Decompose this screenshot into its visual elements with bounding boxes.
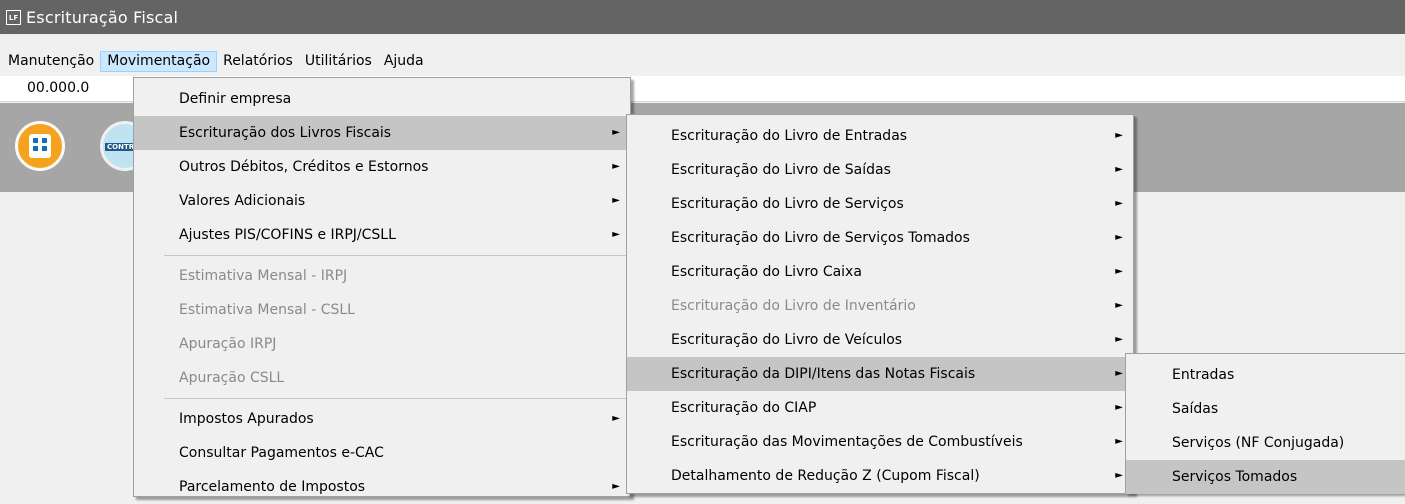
menu-item-label: Detalhamento de Redução Z (Cupom Fiscal) bbox=[671, 468, 980, 484]
contribuinte-icon-label: CONTR bbox=[105, 143, 137, 151]
menu-item-label: Serviços Tomados bbox=[1172, 469, 1298, 485]
menu-item-label: Escrituração do Livro de Entradas bbox=[671, 128, 908, 144]
menu-item-escrituracao-dos-livros-fiscais[interactable]: Escrituração dos Livros Fiscais ► bbox=[134, 116, 630, 150]
company-cnpj: 00.000.0 bbox=[27, 80, 90, 96]
submenu-arrow-icon: ► bbox=[1115, 232, 1123, 243]
menu-separator bbox=[164, 255, 628, 256]
menu-item-label: Saídas bbox=[1172, 401, 1219, 417]
menu-item-detalhamento-de-reducao-z-cupom-fiscal[interactable]: Detalhamento de Redução Z (Cupom Fiscal)… bbox=[627, 459, 1133, 493]
menu-relatorios[interactable]: Relatórios bbox=[217, 51, 299, 72]
menu-item-label: Escrituração do Livro de Veículos bbox=[671, 332, 903, 348]
menu-item-escrituracao-do-livro-de-inventario: Escrituração do Livro de Inventário ► bbox=[627, 289, 1133, 323]
submenu-arrow-icon: ► bbox=[1115, 436, 1123, 447]
submenu-arrow-icon: ► bbox=[612, 229, 620, 240]
menu-item-label: Escrituração do CIAP bbox=[671, 400, 817, 416]
menu-item-label: Escrituração do Livro de Serviços bbox=[671, 196, 904, 212]
building-glyph bbox=[29, 134, 51, 158]
menu-item-label: Escrituração da DIPI/Itens das Notas Fis… bbox=[671, 366, 976, 382]
menu-item-label: Serviços (NF Conjugada) bbox=[1172, 435, 1345, 451]
menu-item-label: Estimativa Mensal - CSLL bbox=[179, 302, 355, 318]
movimentacao-dropdown: Definir empresa Escrituração dos Livros F… bbox=[133, 77, 631, 497]
menu-item-servicos-nf-conjugada[interactable]: Serviços (NF Conjugada) bbox=[1126, 426, 1405, 460]
menu-item-impostos-apurados[interactable]: Impostos Apurados ► bbox=[134, 402, 630, 436]
submenu-arrow-icon: ► bbox=[612, 161, 620, 172]
menu-item-label: Estimativa Mensal - IRPJ bbox=[179, 268, 348, 284]
menu-manutencao[interactable]: Manutenção bbox=[2, 51, 100, 72]
menu-item-label: Apuração CSLL bbox=[179, 370, 285, 386]
menu-item-escrituracao-do-livro-de-veiculos[interactable]: Escrituração do Livro de Veículos ► bbox=[627, 323, 1133, 357]
submenu-arrow-icon: ► bbox=[612, 481, 620, 492]
menu-bar: Manutenção Movimentação Relatórios Utili… bbox=[0, 49, 1405, 74]
menu-item-escrituracao-do-livro-de-servicos[interactable]: Escrituração do Livro de Serviços ► bbox=[627, 187, 1133, 221]
menu-item-definir-empresa[interactable]: Definir empresa bbox=[134, 82, 630, 116]
menu-item-apuracao-csll: Apuração CSLL bbox=[134, 361, 630, 395]
menu-item-consultar-pagamentos-e-cac[interactable]: Consultar Pagamentos e-CAC bbox=[134, 436, 630, 470]
menu-item-label: Definir empresa bbox=[179, 91, 292, 107]
menu-item-outros-debitos-creditos-e-estornos[interactable]: Outros Débitos, Créditos e Estornos ► bbox=[134, 150, 630, 184]
menu-item-escrituracao-do-ciap[interactable]: Escrituração do CIAP ► bbox=[627, 391, 1133, 425]
window-title: Escrituração Fiscal bbox=[26, 7, 179, 27]
menu-item-label: Parcelamento de Impostos bbox=[179, 479, 366, 495]
menu-item-label: Escrituração do Livro Caixa bbox=[671, 264, 862, 280]
menu-item-label: Valores Adicionais bbox=[179, 193, 306, 209]
menu-item-label: Escrituração do Livro de Serviços Tomado… bbox=[671, 230, 970, 246]
menu-item-escrituracao-das-movimentacoes-de-combustiveis[interactable]: Escrituração das Movimentações de Combus… bbox=[627, 425, 1133, 459]
submenu-arrow-icon: ► bbox=[1115, 368, 1123, 379]
menu-item-escrituracao-do-livro-de-servicos-tomados[interactable]: Escrituração do Livro de Serviços Tomado… bbox=[627, 221, 1133, 255]
menu-item-escrituracao-do-livro-de-saidas[interactable]: Escrituração do Livro de Saídas ► bbox=[627, 153, 1133, 187]
menu-item-label: Escrituração do Livro de Inventário bbox=[671, 298, 916, 314]
submenu-arrow-icon: ► bbox=[1115, 300, 1123, 311]
menu-item-estimativa-mensal-irpj: Estimativa Mensal - IRPJ bbox=[134, 259, 630, 293]
menu-item-saidas[interactable]: Saídas bbox=[1126, 392, 1405, 426]
menu-item-parcelamento-de-impostos[interactable]: Parcelamento de Impostos ► bbox=[134, 470, 630, 504]
menu-item-label: Apuração IRPJ bbox=[179, 336, 277, 352]
menu-item-servicos-tomados[interactable]: Serviços Tomados bbox=[1126, 460, 1405, 494]
app-icon: LF bbox=[6, 9, 21, 25]
menu-item-entradas[interactable]: Entradas bbox=[1126, 358, 1405, 392]
title-bar: LF Escrituração Fiscal bbox=[0, 0, 1405, 34]
building-icon[interactable] bbox=[15, 121, 65, 171]
menu-item-escrituracao-do-livro-de-entradas[interactable]: Escrituração do Livro de Entradas ► bbox=[627, 119, 1133, 153]
submenu-arrow-icon: ► bbox=[612, 413, 620, 424]
livros-fiscais-submenu: Escrituração do Livro de Entradas ► Escrit… bbox=[626, 114, 1134, 494]
submenu-arrow-icon: ► bbox=[612, 195, 620, 206]
menu-item-label: Outros Débitos, Créditos e Estornos bbox=[179, 159, 429, 175]
dipi-submenu: Entradas Saídas Serviços (NF Conjugada) Ser… bbox=[1125, 353, 1405, 494]
menu-ajuda[interactable]: Ajuda bbox=[378, 51, 430, 72]
menu-item-estimativa-mensal-csll: Estimativa Mensal - CSLL bbox=[134, 293, 630, 327]
menu-item-label: Consultar Pagamentos e-CAC bbox=[179, 445, 384, 461]
submenu-arrow-icon: ► bbox=[1115, 130, 1123, 141]
menu-item-label: Entradas bbox=[1172, 367, 1235, 383]
menu-item-ajustes-pis-cofins-e-irpj-csll[interactable]: Ajustes PIS/COFINS e IRPJ/CSLL ► bbox=[134, 218, 630, 252]
submenu-arrow-icon: ► bbox=[1115, 198, 1123, 209]
menu-item-escrituracao-do-livro-caixa[interactable]: Escrituração do Livro Caixa ► bbox=[627, 255, 1133, 289]
submenu-arrow-icon: ► bbox=[1115, 402, 1123, 413]
submenu-arrow-icon: ► bbox=[612, 127, 620, 138]
menu-item-label: Escrituração do Livro de Saídas bbox=[671, 162, 891, 178]
submenu-arrow-icon: ► bbox=[1115, 164, 1123, 175]
menu-movimentacao[interactable]: Movimentação bbox=[100, 51, 218, 72]
menu-item-label: Impostos Apurados bbox=[179, 411, 314, 427]
submenu-arrow-icon: ► bbox=[1115, 470, 1123, 481]
menu-item-label: Escrituração das Movimentações de Combus… bbox=[671, 434, 1023, 450]
menu-item-valores-adicionais[interactable]: Valores Adicionais ► bbox=[134, 184, 630, 218]
menu-separator bbox=[164, 398, 628, 399]
menu-item-label: Escrituração dos Livros Fiscais bbox=[179, 125, 392, 141]
menu-item-apuracao-irpj: Apuração IRPJ bbox=[134, 327, 630, 361]
submenu-arrow-icon: ► bbox=[1115, 334, 1123, 345]
submenu-arrow-icon: ► bbox=[1115, 266, 1123, 277]
menu-utilitarios[interactable]: Utilitários bbox=[299, 51, 378, 72]
menu-item-label: Ajustes PIS/COFINS e IRPJ/CSLL bbox=[179, 227, 396, 243]
menu-item-escrituracao-da-dipi-itens-das-notas-fiscais[interactable]: Escrituração da DIPI/Itens das Notas Fis… bbox=[627, 357, 1133, 391]
